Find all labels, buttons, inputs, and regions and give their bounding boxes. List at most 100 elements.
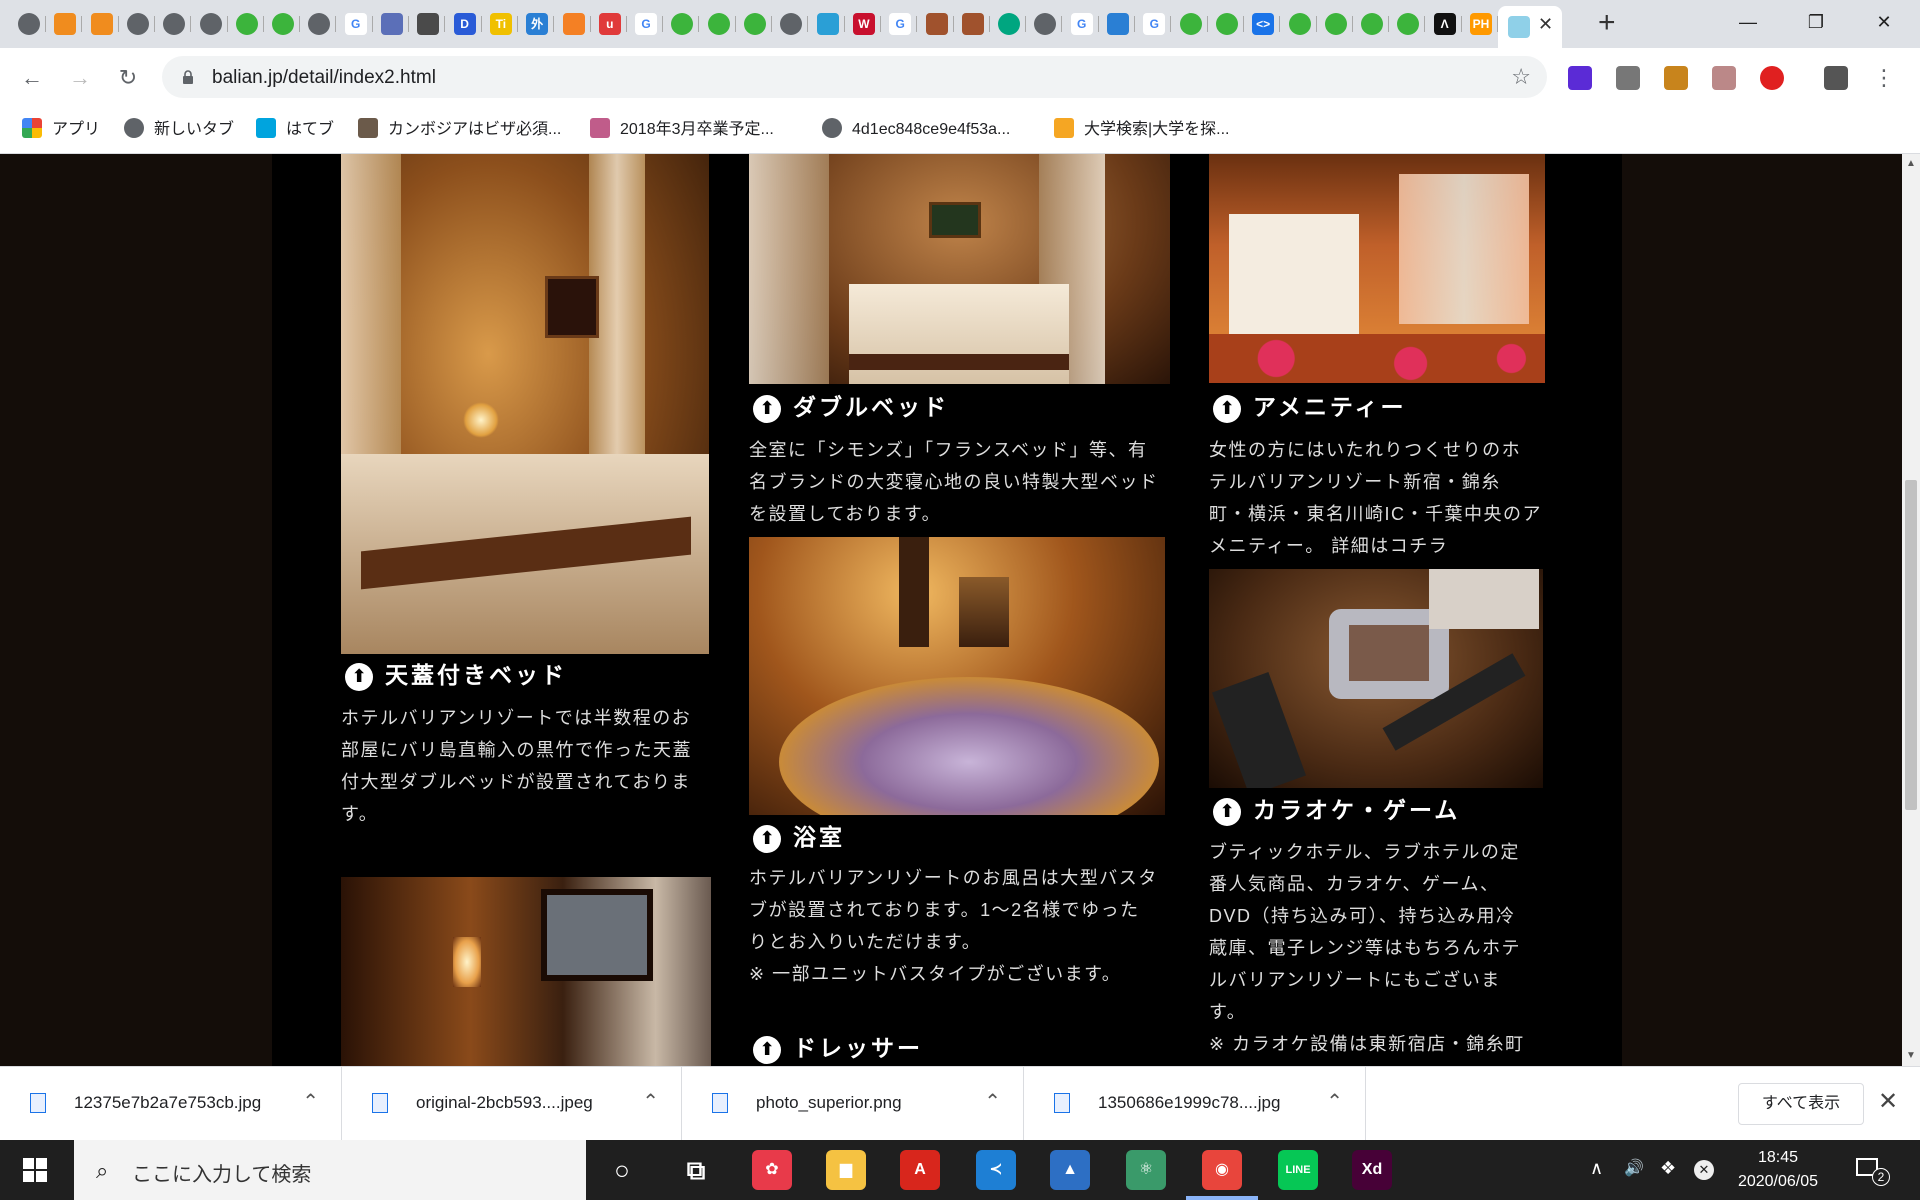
ph-icon[interactable]: PH (1470, 13, 1492, 35)
google-icon[interactable]: G (344, 13, 367, 35)
notification-center-button[interactable]: 2 (1850, 1154, 1890, 1188)
bookmark-hash[interactable]: 4d1ec848ce9e4f53a... (822, 118, 1010, 142)
scroll-down-arrow-icon[interactable]: ▼ (1906, 1050, 1916, 1061)
chevron-up-icon[interactable]: ⌃ (1326, 1089, 1343, 1114)
globe-icon[interactable] (308, 13, 331, 35)
scroll-up-arrow-icon[interactable]: ▲ (1906, 158, 1916, 169)
start-button[interactable] (0, 1140, 70, 1200)
u-icon[interactable]: u (598, 13, 621, 35)
download-item[interactable]: 1350686e1999c78....jpg ⌃ (1024, 1067, 1366, 1141)
green-q-icon[interactable] (1215, 13, 1238, 35)
up-arrow-icon[interactable]: ⬆ (753, 825, 781, 853)
box-icon[interactable] (90, 13, 113, 35)
d-icon[interactable]: D (453, 13, 476, 35)
globe-icon[interactable] (199, 13, 222, 35)
green-q-icon[interactable] (1179, 13, 1202, 35)
code-icon[interactable]: <> (1252, 13, 1275, 35)
google-icon[interactable]: G (1070, 13, 1093, 35)
extension-m-icon[interactable] (1568, 66, 1592, 90)
chevron-up-icon[interactable]: ⌃ (642, 1089, 659, 1114)
extension-c-icon[interactable] (1664, 66, 1688, 90)
scrollbar-thumb[interactable] (1905, 480, 1917, 810)
globe-icon[interactable] (1034, 13, 1057, 35)
system-clock[interactable]: 18:45 2020/06/05 (1730, 1146, 1826, 1194)
chevron-up-icon[interactable]: ⌃ (984, 1089, 1001, 1114)
active-tab[interactable]: ✕ (1498, 6, 1562, 48)
folder-icon[interactable] (417, 13, 440, 35)
green-q-icon[interactable] (1361, 13, 1384, 35)
up-arrow-icon[interactable]: ⬆ (753, 1036, 781, 1064)
a-icon[interactable]: Λ (1433, 13, 1456, 35)
globe-icon[interactable] (18, 13, 40, 35)
taskbar-search-box[interactable]: ⌕ ここに入力して検索 (74, 1140, 586, 1200)
wood-icon[interactable] (961, 13, 984, 35)
chevron-up-icon[interactable]: ⌃ (302, 1089, 319, 1114)
ti-icon[interactable]: Ti (489, 13, 512, 35)
chrome-icon[interactable]: ◉ (1202, 1150, 1242, 1190)
close-download-bar-button[interactable]: ✕ (1878, 1087, 1898, 1116)
bookmark-cambodia[interactable]: カンボジアはビザ必須... (358, 118, 561, 142)
globe-icon[interactable] (780, 13, 803, 35)
bookmark-apps[interactable]: アプリ (22, 118, 100, 142)
green-q-icon[interactable] (1324, 13, 1347, 35)
show-all-downloads-button[interactable]: すべて表示 (1738, 1083, 1864, 1125)
restore-button[interactable]: ❐ (1796, 8, 1836, 36)
tray-chevron-icon[interactable]: ∧ (1590, 1158, 1603, 1179)
w-icon[interactable]: W (852, 13, 875, 35)
desc-line[interactable]: メニティー。 詳細はコチラ (1209, 530, 1549, 562)
globe-icon[interactable] (163, 13, 186, 35)
chrome-menu-button[interactable]: ⋮ (1868, 62, 1900, 94)
dropbox-icon[interactable]: ❖ (1660, 1158, 1676, 1179)
atom-icon[interactable]: ⚛ (1126, 1150, 1166, 1190)
bookmark-hatebu[interactable]: はてブ (256, 118, 334, 142)
extension-acrobat-icon[interactable] (1712, 66, 1736, 90)
up-arrow-icon[interactable]: ⬆ (345, 663, 373, 691)
vscode-icon[interactable]: ≺ (976, 1150, 1016, 1190)
bookmark-university-search[interactable]: 大学検索|大学を探... (1054, 118, 1230, 142)
line-icon[interactable]: LINE (1278, 1150, 1318, 1190)
up-arrow-icon[interactable]: ⬆ (753, 395, 781, 423)
bookmark-star-icon[interactable]: ☆ (1511, 64, 1531, 90)
grid-icon[interactable] (381, 13, 403, 35)
globe-icon[interactable] (126, 13, 149, 35)
minimize-button[interactable]: — (1728, 8, 1768, 36)
acrobat-icon[interactable]: A (900, 1150, 940, 1190)
new-tab-button[interactable]: + (1598, 6, 1616, 40)
up-arrow-icon[interactable]: ⬆ (1213, 395, 1241, 423)
google-icon[interactable]: G (635, 13, 658, 35)
green-q-icon[interactable] (1288, 13, 1311, 35)
bookmark-graduation[interactable]: 2018年3月卒業予定... (590, 118, 774, 142)
wave-icon[interactable] (816, 13, 839, 35)
download-item[interactable]: original-2bcb593....jpeg ⌃ (342, 1067, 682, 1141)
stack-icon[interactable] (562, 13, 585, 35)
profile-avatar-icon[interactable] (1824, 66, 1848, 90)
forward-button[interactable]: → (64, 62, 96, 94)
gai-icon[interactable]: 外 (526, 13, 549, 35)
back-button[interactable]: ← (16, 62, 48, 94)
volume-icon[interactable]: 🔊 (1624, 1158, 1644, 1178)
download-item[interactable]: photo_superior.png ⌃ (682, 1067, 1024, 1141)
chevrons-up-icon[interactable] (1107, 13, 1129, 35)
wood-icon[interactable] (925, 13, 948, 35)
reload-button[interactable]: ↻ (112, 62, 144, 94)
extension-refresh-icon[interactable] (1760, 66, 1784, 90)
google-icon[interactable]: G (889, 13, 912, 35)
xd-icon[interactable]: Xd (1352, 1150, 1392, 1190)
green-q-icon[interactable] (235, 13, 258, 35)
window-close-button[interactable]: ✕ (1864, 8, 1904, 36)
green-q-icon[interactable] (744, 13, 766, 35)
photos-icon[interactable]: ▲ (1050, 1150, 1090, 1190)
extension-plug-icon[interactable] (1616, 66, 1640, 90)
green-q-icon[interactable] (272, 13, 295, 35)
cortana-icon[interactable]: ○ (602, 1150, 642, 1190)
task-view-icon[interactable]: ⧉ (676, 1150, 716, 1190)
address-bar[interactable]: balian.jp/detail/index2.html ☆ (162, 56, 1547, 98)
app-flower-icon[interactable]: ✿ (752, 1150, 792, 1190)
bookmark-new-tab[interactable]: 新しいタブ (124, 118, 234, 142)
page-scrollbar[interactable]: ▲ ▼ (1902, 154, 1920, 1066)
green-q-icon[interactable] (1397, 13, 1420, 35)
box-icon[interactable] (54, 13, 77, 35)
tripadvisor-icon[interactable] (998, 13, 1021, 35)
file-explorer-icon[interactable]: ▆ (826, 1150, 866, 1190)
google-icon[interactable]: G (1143, 13, 1166, 35)
